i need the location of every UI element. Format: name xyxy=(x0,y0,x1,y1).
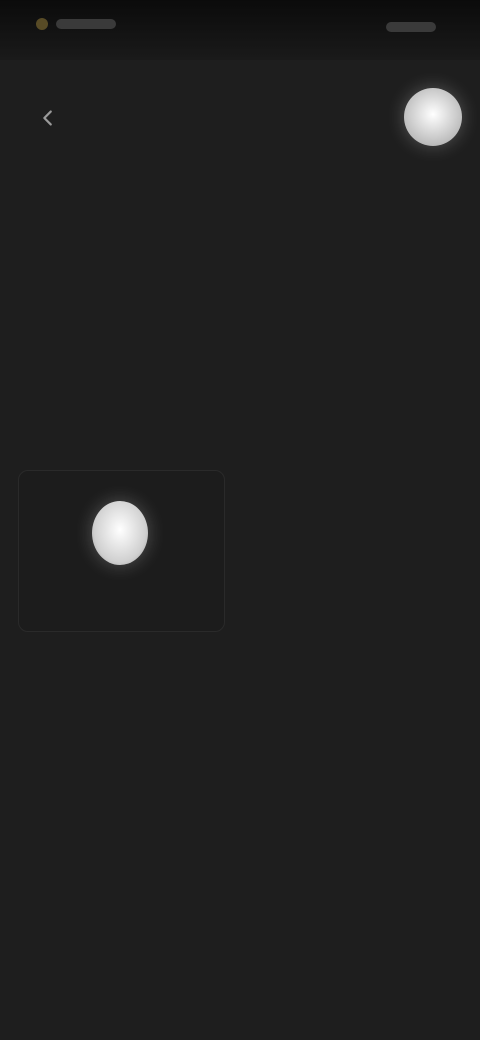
file-icon xyxy=(92,501,148,565)
back-button[interactable] xyxy=(26,98,70,142)
attachment-card[interactable] xyxy=(18,470,225,632)
status-left xyxy=(36,18,116,30)
link-row[interactable] xyxy=(30,248,290,282)
top-bar xyxy=(0,80,480,160)
status-dot-icon xyxy=(36,18,48,30)
status-time xyxy=(56,19,116,29)
avatar[interactable] xyxy=(404,88,462,146)
status-bar xyxy=(0,0,480,60)
arrow-left-icon xyxy=(37,107,59,134)
status-indicators xyxy=(386,22,436,32)
